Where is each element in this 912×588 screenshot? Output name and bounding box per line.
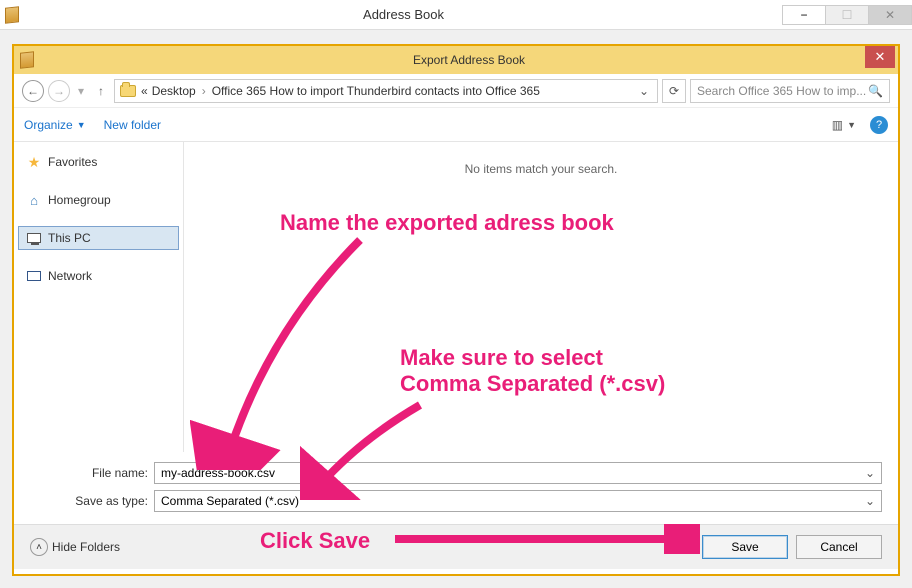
parent-titlebar: Address Book − ☐ ✕ (0, 0, 912, 30)
dialog-icon (14, 52, 40, 68)
dialog-titlebar[interactable]: Export Address Book ✕ (14, 46, 898, 74)
sidebar-item-favorites[interactable]: ★ Favorites (18, 150, 179, 174)
help-button[interactable]: ? (870, 116, 888, 134)
network-icon (26, 268, 42, 284)
homegroup-icon: ⌂ (26, 192, 42, 208)
pc-icon (26, 230, 42, 246)
savetype-value: Comma Separated (*.csv) (161, 494, 299, 508)
view-options-button[interactable]: ▥ ▼ (832, 118, 856, 132)
nav-forward-button: → (48, 80, 70, 102)
cancel-label: Cancel (820, 540, 857, 554)
filename-dropdown[interactable]: ⌄ (859, 466, 875, 480)
minimize-button[interactable]: − (782, 5, 826, 25)
save-button[interactable]: Save (702, 535, 788, 559)
search-placeholder: Search Office 365 How to imp... (697, 84, 866, 98)
parent-title: Address Book (24, 7, 783, 22)
address-dropdown[interactable]: ⌄ (635, 84, 653, 98)
hide-folders-button[interactable]: ˄ Hide Folders (30, 538, 120, 556)
savetype-select[interactable]: Comma Separated (*.csv) ⌄ (154, 490, 882, 512)
address-bar[interactable]: « Desktop › Office 365 How to import Thu… (114, 79, 658, 103)
chevron-up-icon: ˄ (30, 538, 48, 556)
nav-back-button[interactable]: ← (22, 80, 44, 102)
new-folder-label: New folder (104, 118, 161, 132)
breadcrumb-prefix: « (139, 84, 150, 98)
hide-folders-label: Hide Folders (52, 540, 120, 554)
filename-label: File name: (30, 466, 154, 480)
folder-icon (119, 82, 137, 100)
cancel-button[interactable]: Cancel (796, 535, 882, 559)
sidebar-item-label: This PC (48, 231, 91, 245)
recent-locations-button[interactable]: ▾ (74, 84, 88, 98)
breadcrumb-part[interactable]: Desktop (150, 84, 198, 98)
savetype-label: Save as type: (30, 494, 154, 508)
nav-up-button[interactable]: ↑ (92, 80, 110, 102)
maximize-button[interactable]: ☐ (825, 5, 869, 25)
star-icon: ★ (26, 154, 42, 170)
dialog-title: Export Address Book (40, 53, 898, 67)
new-folder-button[interactable]: New folder (104, 118, 161, 132)
chevron-right-icon[interactable]: › (198, 84, 210, 98)
empty-message: No items match your search. (465, 162, 618, 176)
organize-label: Organize (24, 118, 73, 132)
sidebar-item-label: Favorites (48, 155, 97, 169)
refresh-button[interactable]: ⟳ (662, 79, 686, 103)
organize-menu[interactable]: Organize ▼ (24, 118, 86, 132)
save-label: Save (731, 540, 758, 554)
sidebar-item-this-pc[interactable]: This PC (18, 226, 179, 250)
app-icon (0, 0, 24, 30)
search-icon: 🔍 (868, 84, 883, 98)
navigation-sidebar: ★ Favorites ⌂ Homegroup This PC Network (14, 142, 184, 452)
savetype-dropdown[interactable]: ⌄ (859, 494, 875, 508)
breadcrumb-part[interactable]: Office 365 How to import Thunderbird con… (210, 84, 542, 98)
filename-input[interactable]: ⌄ (154, 462, 882, 484)
search-input[interactable]: Search Office 365 How to imp... 🔍 (690, 79, 890, 103)
filename-field[interactable] (161, 466, 859, 480)
file-list-area: No items match your search. (184, 142, 898, 452)
sidebar-item-homegroup[interactable]: ⌂ Homegroup (18, 188, 179, 212)
sidebar-item-label: Network (48, 269, 92, 283)
close-button[interactable]: ✕ (868, 5, 912, 25)
chevron-down-icon: ▼ (77, 120, 86, 130)
sidebar-item-label: Homegroup (48, 193, 111, 207)
sidebar-item-network[interactable]: Network (18, 264, 179, 288)
dialog-close-button[interactable]: ✕ (865, 46, 895, 68)
